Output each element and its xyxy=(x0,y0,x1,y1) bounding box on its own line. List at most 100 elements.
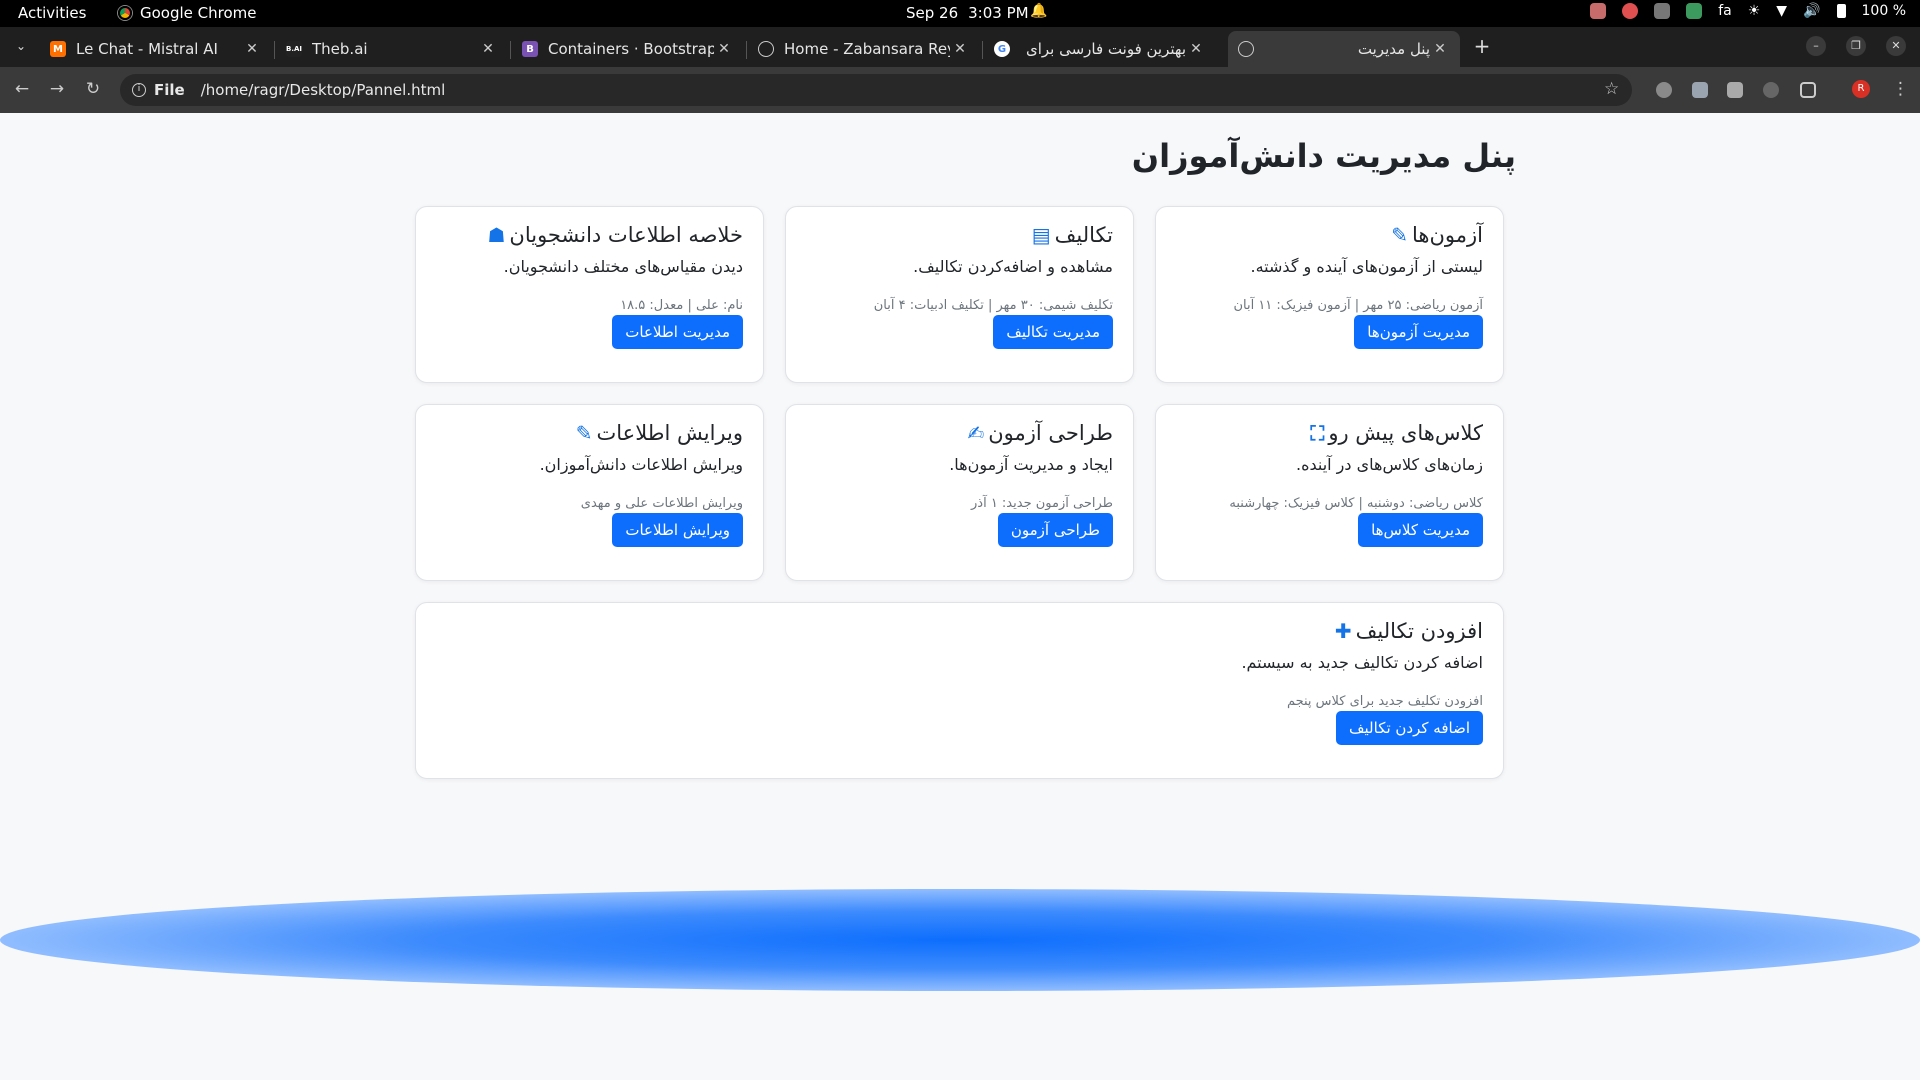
volume-icon: 🔊 xyxy=(1803,3,1821,19)
download-extension-icon[interactable] xyxy=(1727,82,1743,98)
tray-chrome-icon[interactable] xyxy=(1622,3,1639,19)
activities-button[interactable]: Activities xyxy=(18,4,86,22)
puzzle-extensions-icon[interactable] xyxy=(1800,82,1816,98)
tab-zabansara[interactable]: Home - Zabansara Rey R ✕ xyxy=(748,31,980,67)
back-arrow-icon[interactable]: ← xyxy=(11,79,33,99)
card-student-summary: خلاصه اطلاعات دانشجویان ☗ دیدن مقیاس‌های … xyxy=(415,206,764,383)
tab-le-chat[interactable]: M Le Chat - Mistral AI ✕ xyxy=(40,31,272,67)
card-description: لیستی از آزمون‌های آینده و گذشته. xyxy=(1250,257,1483,276)
close-icon[interactable]: ✕ xyxy=(1186,41,1206,57)
edit-square-icon: ✍ xyxy=(967,421,985,445)
page-viewport: پنل مدیریت دانش‌آموزان آزمون‌ها ✎ لیستی ا… xyxy=(0,113,1920,1080)
design-exam-button[interactable]: طراحی آزمون xyxy=(997,513,1113,547)
card-title: خلاصه اطلاعات دانشجویان ☗ xyxy=(487,223,743,247)
forward-arrow-icon[interactable]: → xyxy=(46,79,68,99)
plus-icon: ✚ xyxy=(1334,619,1352,643)
info-icon[interactable]: i xyxy=(132,83,146,97)
new-tab-plus-icon[interactable]: + xyxy=(1470,35,1494,57)
close-icon[interactable]: ✕ xyxy=(714,41,734,57)
manage-exams-button[interactable]: مدیریت آزمون‌ها xyxy=(1354,315,1483,349)
card-title: افزودن تکالیف ✚ xyxy=(1334,619,1483,643)
card-description: زمان‌های کلاس‌های در آینده. xyxy=(1296,455,1483,474)
manage-classes-button[interactable]: مدیریت کلاس‌ها xyxy=(1358,513,1483,547)
decorative-glow xyxy=(0,889,1920,991)
browser-toolbar: ← → ↻ i File /home/ragr/Desktop/Pannel.h… xyxy=(0,67,1920,113)
clock-time: 3:03 PM xyxy=(968,4,1029,22)
card-description: ویرایش اطلاعات دانش‌آموزان. xyxy=(539,455,743,474)
tab-title: Home - Zabansara Rey R xyxy=(784,40,950,58)
tab-title: بهترین فونت فارسی برای xyxy=(1025,40,1186,58)
system-tray[interactable]: fa ☀ ▼ 🔊 100 % xyxy=(1590,3,1906,19)
mistral-icon: M xyxy=(50,41,66,57)
extension-icon[interactable] xyxy=(1656,82,1672,98)
keyboard-layout-indicator[interactable]: fa xyxy=(1718,3,1732,19)
google-icon: G xyxy=(994,41,1010,57)
url-path: /home/ragr/Desktop/Pannel.html xyxy=(200,81,446,99)
tab-title: پنل مدیریت xyxy=(1357,40,1430,58)
window-close-icon[interactable]: ✕ xyxy=(1886,36,1906,56)
close-icon[interactable]: ✕ xyxy=(950,41,970,57)
pencil-icon: ✎ xyxy=(575,421,593,445)
card-meta: افزودن تکلیف جدید برای کلاس پنجم xyxy=(1286,694,1483,709)
reload-icon[interactable]: ↻ xyxy=(82,79,104,99)
card-title: آزمون‌ها ✎ xyxy=(1391,223,1483,247)
tab-title: Le Chat - Mistral AI xyxy=(76,40,218,58)
url-scheme: File xyxy=(154,81,185,99)
shield-extension-icon[interactable] xyxy=(1692,82,1708,98)
card-description: مشاهده و اضافه‌کردن تکالیف. xyxy=(913,257,1113,276)
classroom-icon: ⛶ xyxy=(1310,421,1325,445)
add-assignments-button[interactable]: اضافه کردن تکالیف xyxy=(1336,711,1483,745)
edit-info-button[interactable]: ویرایش اطلاعات xyxy=(612,513,743,547)
bookmark-star-icon[interactable]: ☆ xyxy=(1604,79,1619,99)
card-meta: نام: علی | معدل: ۱۸.۵ xyxy=(620,298,743,313)
card-exams: آزمون‌ها ✎ لیستی از آزمون‌های آینده و گذش… xyxy=(1155,206,1504,383)
close-icon[interactable]: ✕ xyxy=(1430,41,1450,57)
app-menu[interactable]: Google Chrome xyxy=(118,4,257,22)
tab-bootstrap[interactable]: B Containers · Bootstrap v ✕ xyxy=(512,31,744,67)
student-icon: ☗ xyxy=(487,223,506,247)
close-icon[interactable]: ✕ xyxy=(478,41,498,57)
notification-bell-icon[interactable]: 🔔 xyxy=(1030,3,1047,19)
card-description: ایجاد و مدیریت آزمون‌ها. xyxy=(949,455,1113,474)
card-meta: تکلیف شیمی: ۳۰ مهر | تکلیف ادبیات: ۴ آبا… xyxy=(873,298,1113,313)
tab-theb[interactable]: B.AI Theb.ai ✕ xyxy=(276,31,508,67)
address-bar[interactable]: i File /home/ragr/Desktop/Pannel.html xyxy=(120,74,1632,106)
tab-persian-fonts[interactable]: G بهترین فونت فارسی برای ✕ xyxy=(984,31,1216,67)
tab-search-chevron-icon[interactable]: ⌄ xyxy=(10,35,32,57)
globe-icon xyxy=(758,41,774,57)
system-top-bar: Activities Google Chrome Sep 26 3:03 PM … xyxy=(0,0,1920,27)
bootstrap-icon: B xyxy=(522,41,538,57)
tab-separator xyxy=(510,41,511,59)
manage-assignments-button[interactable]: مدیریت تکالیف xyxy=(993,315,1113,349)
restore-icon[interactable]: ❐ xyxy=(1846,36,1866,56)
theb-icon: B.AI xyxy=(286,41,302,57)
card-add-assignments: افزودن تکالیف ✚ اضافه کردن تکالیف جدید به… xyxy=(415,602,1504,779)
tray-app-icon[interactable] xyxy=(1590,3,1607,19)
card-meta: طراحی آزمون جدید: ۱ آذر xyxy=(971,496,1113,511)
tray-shield-icon[interactable] xyxy=(1686,3,1703,19)
brightness-icon: ☀ xyxy=(1747,3,1761,19)
more-menu-icon[interactable]: ⋮ xyxy=(1892,79,1909,99)
page-title: پنل مدیریت دانش‌آموزان xyxy=(1131,137,1516,175)
card-exam-design: طراحی آزمون ✍ ایجاد و مدیریت آزمون‌ها. طر… xyxy=(785,404,1134,581)
tab-separator xyxy=(982,41,983,59)
extension-icon[interactable] xyxy=(1763,82,1779,98)
chrome-icon xyxy=(118,6,132,20)
clock-date: Sep 26 xyxy=(906,4,959,22)
card-meta: ویرایش اطلاعات علی و مهدی xyxy=(580,496,743,511)
tab-panel-active[interactable]: پنل مدیریت ✕ xyxy=(1228,31,1460,67)
manage-info-button[interactable]: مدیریت اطلاعات xyxy=(612,315,743,349)
card-edit-info: ویرایش اطلاعات ✎ ویرایش اطلاعات دانش‌آموز… xyxy=(415,404,764,581)
tab-title: Containers · Bootstrap v xyxy=(548,40,714,58)
tray-link-icon[interactable] xyxy=(1654,3,1671,19)
profile-avatar[interactable]: R xyxy=(1852,80,1870,98)
close-icon[interactable]: ✕ xyxy=(242,41,262,57)
tab-separator xyxy=(746,41,747,59)
card-description: دیدن مقیاس‌های مختلف دانشجویان. xyxy=(503,257,743,276)
battery-icon xyxy=(1836,4,1846,18)
card-description: اضافه کردن تکالیف جدید به سیستم. xyxy=(1241,653,1483,672)
app-name: Google Chrome xyxy=(140,4,257,22)
minimize-icon[interactable]: – xyxy=(1806,36,1826,56)
clock[interactable]: Sep 26 3:03 PM xyxy=(906,4,1029,22)
tab-strip: ⌄ M Le Chat - Mistral AI ✕ B.AI Theb.ai … xyxy=(0,27,1920,67)
